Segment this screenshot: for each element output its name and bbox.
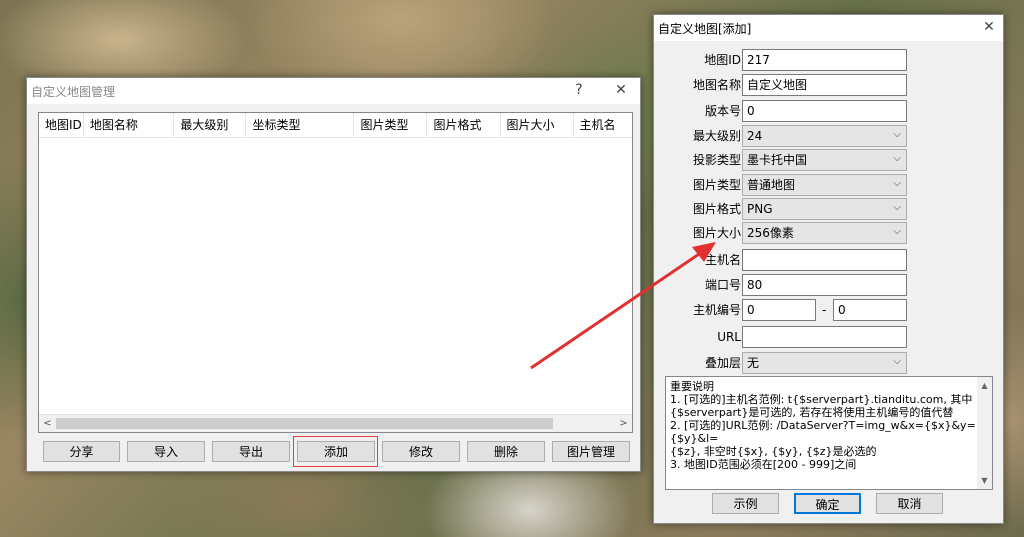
notes-line: 3. 地图ID范围必须在[200 - 999]之间	[670, 458, 857, 471]
max-level-label: 最大级别	[692, 129, 741, 143]
map-name-label: 地图名称	[692, 78, 741, 92]
cancel-button[interactable]: 取消	[876, 493, 943, 514]
close-icon[interactable]: ✕	[977, 17, 1001, 37]
image-type-select[interactable]: 普通地图 ⌵	[742, 174, 907, 196]
chevron-down-icon: ⌵	[893, 202, 901, 213]
delete-button[interactable]: 删除	[467, 441, 545, 462]
chevron-down-icon: ⌵	[893, 226, 901, 237]
projection-value: 墨卡托中国	[747, 153, 808, 167]
notes-line: 2. [可选的]URL范例: /DataServer?T=img_w&x={$x…	[670, 419, 976, 445]
image-manage-button[interactable]: 图片管理	[552, 441, 630, 462]
host-input[interactable]	[742, 249, 907, 271]
map-id-label: 地图ID	[704, 53, 741, 67]
image-size-select[interactable]: 256像素 ⌵	[742, 222, 907, 244]
projection-label: 投影类型	[692, 153, 741, 167]
host-number-to-input[interactable]: 0	[833, 299, 907, 321]
add-map-titlebar[interactable]: 自定义地图[添加] ✕	[654, 15, 1003, 41]
notes-title: 重要说明	[670, 380, 714, 393]
max-level-select[interactable]: 24 ⌵	[742, 125, 907, 147]
overlay-value: 无	[747, 356, 760, 370]
column-header-coord-type[interactable]: 坐标类型	[246, 113, 355, 137]
chevron-down-icon: ⌵	[893, 129, 901, 140]
host-number-from-input[interactable]: 0	[742, 299, 816, 321]
host-number-label: 主机编号	[692, 303, 741, 317]
notes-line: {$serverpart}是可选的, 若存在将使用主机编号的值代替	[670, 406, 954, 419]
map-manager-dialog: 自定义地图管理 ? ✕ 地图ID 地图名称 最大级别 坐标类型 图片类型 图片格…	[26, 77, 641, 472]
column-header-max-level[interactable]: 最大级别	[174, 113, 247, 137]
image-size-label: 图片大小	[692, 226, 741, 240]
map-list-table[interactable]: 地图ID 地图名称 最大级别 坐标类型 图片类型 图片格式 图片大小 主机名 <…	[38, 112, 633, 433]
column-header-host[interactable]: 主机名	[574, 113, 632, 137]
ok-button[interactable]: 确定	[794, 493, 861, 514]
image-format-value: PNG	[747, 202, 773, 216]
version-input[interactable]: 0	[742, 100, 907, 122]
image-format-label: 图片格式	[692, 202, 741, 216]
modify-button[interactable]: 修改	[382, 441, 460, 462]
export-button[interactable]: 导出	[212, 441, 290, 462]
column-header-image-size[interactable]: 图片大小	[501, 113, 574, 137]
scrollbar-thumb[interactable]	[56, 418, 553, 429]
column-header-map-name[interactable]: 地图名称	[84, 113, 175, 137]
notes-box[interactable]: 重要说明 1. [可选的]主机名范例: t{$serverpart}.tiand…	[665, 376, 993, 490]
add-map-title: 自定义地图[添加]	[658, 22, 752, 36]
image-format-select[interactable]: PNG ⌵	[742, 198, 907, 220]
chevron-down-icon: ⌵	[893, 153, 901, 164]
image-type-value: 普通地图	[747, 178, 796, 192]
close-icon[interactable]: ✕	[609, 80, 633, 100]
scroll-up-icon[interactable]: ▲	[977, 379, 992, 392]
chevron-down-icon: ⌵	[893, 356, 901, 367]
help-button[interactable]: ?	[567, 80, 591, 100]
example-button[interactable]: 示例	[712, 493, 779, 514]
table-header: 地图ID 地图名称 最大级别 坐标类型 图片类型 图片格式 图片大小 主机名	[39, 113, 632, 138]
url-label: URL	[717, 330, 741, 344]
horizontal-scrollbar[interactable]: < >	[39, 414, 632, 432]
import-button[interactable]: 导入	[127, 441, 205, 462]
map-manager-titlebar[interactable]: 自定义地图管理 ? ✕	[27, 78, 640, 104]
scroll-down-icon[interactable]: ▼	[977, 474, 992, 487]
notes-line: 1. [可选的]主机名范例: t{$serverpart}.tianditu.c…	[670, 393, 973, 406]
max-level-value: 24	[747, 129, 763, 143]
port-label: 端口号	[704, 278, 741, 292]
host-label: 主机名	[704, 253, 741, 267]
version-label: 版本号	[704, 104, 741, 118]
share-button[interactable]: 分享	[43, 441, 120, 462]
column-header-image-format[interactable]: 图片格式	[427, 113, 501, 137]
notes-line: {$z}, 非空时{$x}, {$y}, {$z}是必选的	[670, 445, 877, 458]
add-button[interactable]: 添加	[297, 441, 375, 462]
map-manager-title: 自定义地图管理	[31, 85, 116, 99]
scroll-left-icon[interactable]: <	[39, 415, 56, 432]
column-header-image-type[interactable]: 图片类型	[354, 113, 428, 137]
column-header-map-id[interactable]: 地图ID	[39, 113, 84, 137]
overlay-label: 叠加层	[704, 356, 741, 370]
scroll-right-icon[interactable]: >	[615, 415, 632, 432]
host-number-separator: -	[822, 303, 827, 317]
vertical-scrollbar[interactable]: ▲ ▼	[977, 377, 992, 489]
image-size-value: 256像素	[747, 226, 794, 240]
port-input[interactable]: 80	[742, 274, 907, 296]
map-name-input[interactable]: 自定义地图	[742, 74, 907, 96]
url-input[interactable]	[742, 326, 907, 348]
map-id-input[interactable]: 217	[742, 49, 907, 71]
add-map-dialog: 自定义地图[添加] ✕ 地图ID 217 地图名称 自定义地图 版本号 0 最大…	[653, 14, 1004, 524]
overlay-select[interactable]: 无 ⌵	[742, 352, 907, 374]
projection-select[interactable]: 墨卡托中国 ⌵	[742, 149, 907, 171]
image-type-label: 图片类型	[692, 178, 741, 192]
chevron-down-icon: ⌵	[893, 178, 901, 189]
